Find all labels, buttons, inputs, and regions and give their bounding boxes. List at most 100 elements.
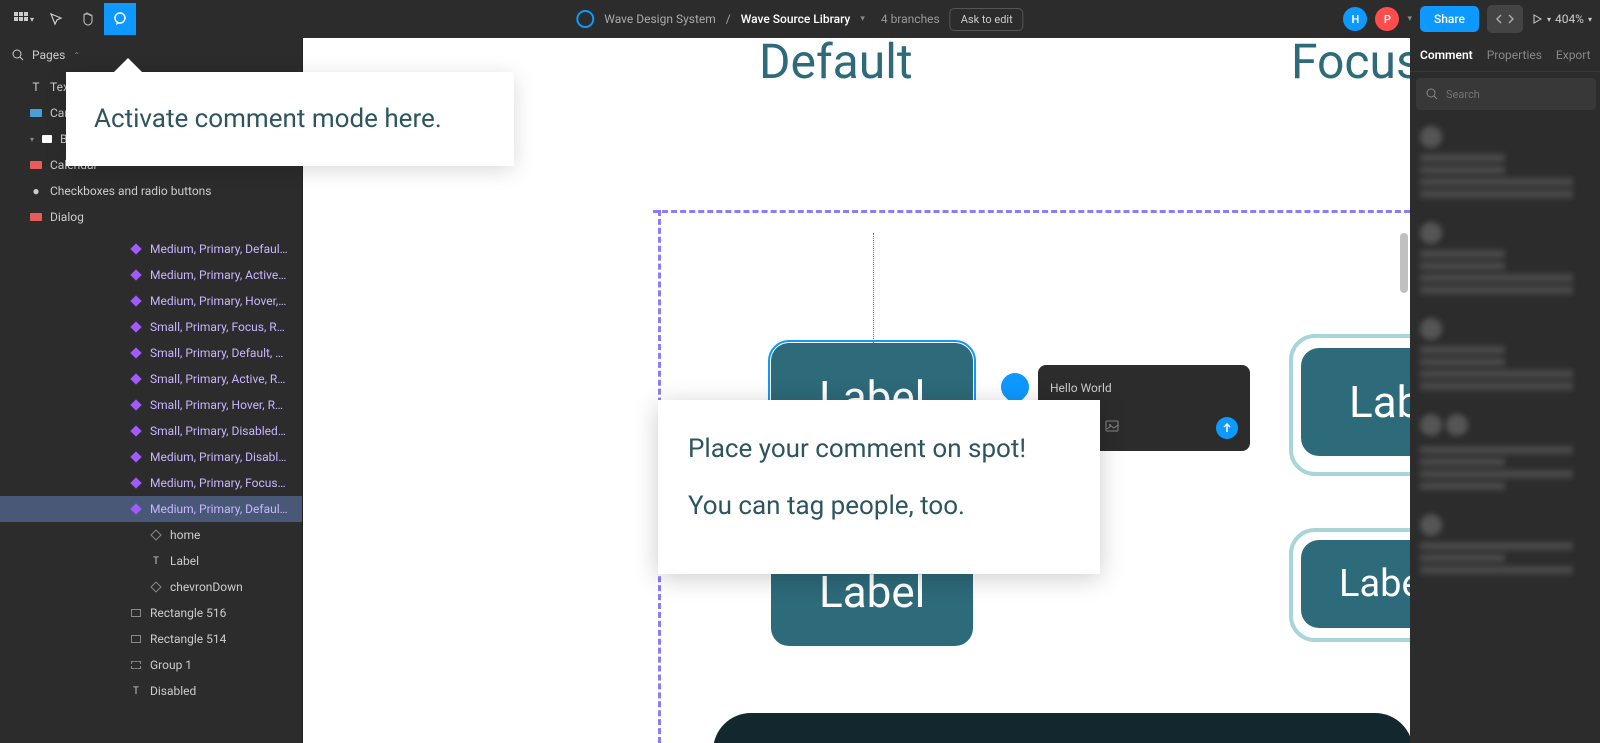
frame-icon (30, 161, 42, 169)
right-panel-tabs: Comment Properties Export (1410, 38, 1600, 72)
text-icon: T (130, 685, 142, 697)
component-icon (130, 243, 142, 255)
zoom-controls[interactable]: ▾ 404% ▾ (1531, 12, 1592, 26)
instance-icon (150, 529, 162, 541)
circle-icon: ● (30, 185, 42, 197)
layer-variant[interactable]: Small, Primary, Default, Regular (0, 340, 302, 366)
comment-input[interactable]: Hello World (1050, 377, 1238, 399)
move-tool-icon[interactable] (40, 3, 72, 35)
image-icon[interactable] (1105, 418, 1119, 438)
play-icon (1531, 13, 1543, 25)
component-icon (130, 477, 142, 489)
tab-properties[interactable]: Properties (1487, 48, 1542, 62)
right-panel: Comment Properties Export ◉ (1410, 38, 1600, 743)
breadcrumb: Wave Design System / Wave Source Library… (576, 8, 1023, 31)
layer-variant[interactable]: Medium, Primary, Focus, Regular (0, 470, 302, 496)
component-icon (130, 425, 142, 437)
search-icon (1426, 88, 1438, 100)
variant-boundary-h (653, 210, 1410, 213)
layer-variant[interactable]: Small, Primary, Active, Regular (0, 366, 302, 392)
instruction-tooltip: Place your comment on spot! You can tag … (658, 400, 1100, 574)
menu-icon[interactable]: ▾ (8, 3, 40, 35)
avatar-user-p[interactable]: P (1375, 7, 1399, 31)
tooltip-text: You can tag people, too. (688, 487, 1070, 526)
rectangle-icon (130, 633, 142, 645)
layer-variant[interactable]: Small, Primary, Disabled, Regular (0, 418, 302, 444)
avatar-user-h[interactable]: H (1343, 7, 1367, 31)
comment-thread[interactable] (1410, 212, 1600, 308)
frame-icon (30, 109, 42, 117)
comment-thread[interactable] (1410, 308, 1600, 404)
zoom-value: 404% (1555, 12, 1584, 26)
chevron-up-icon: ⌃ (73, 51, 80, 60)
group-icon (130, 659, 142, 671)
canvas-dark-section (713, 713, 1410, 743)
send-button[interactable] (1216, 417, 1238, 439)
canvas-section-title: Default (759, 38, 913, 90)
chevron-down-icon: ▾ (30, 135, 34, 144)
share-button[interactable]: Share (1420, 6, 1479, 32)
comment-thread[interactable] (1410, 404, 1600, 504)
component-icon (130, 269, 142, 281)
component-icon (130, 451, 142, 463)
layer-item[interactable]: Dialog (0, 204, 302, 230)
breadcrumb-separator: / (726, 12, 731, 26)
instruction-tooltip: Activate comment mode here. (66, 72, 514, 166)
tab-export[interactable]: Export (1556, 48, 1591, 62)
comment-tool-icon[interactable] (104, 3, 136, 35)
chevron-down-icon[interactable]: ▾ (860, 14, 865, 24)
layer-instance[interactable]: chevronDown (0, 574, 302, 600)
text-icon: T (150, 555, 162, 567)
comment-thread[interactable] (1410, 116, 1600, 212)
topbar-left-tools: ▾ (8, 3, 136, 35)
search-icon (12, 49, 24, 61)
topbar: ▾ Wave Design System / Wave Source Libra… (0, 0, 1600, 38)
search-input[interactable] (1446, 88, 1586, 101)
component-icon (130, 295, 142, 307)
breadcrumb-team[interactable]: Wave Design System (604, 12, 715, 26)
tab-comment[interactable]: Comment (1420, 48, 1473, 62)
layer-rectangle[interactable]: Rectangle 514 (0, 626, 302, 652)
canvas-section-title: Focus (1291, 38, 1410, 90)
component-icon (130, 347, 142, 359)
tooltip-text: Place your comment on spot! (688, 430, 1070, 469)
pages-label: Pages (32, 48, 65, 62)
frame-icon (42, 135, 52, 143)
layer-text-node[interactable]: TDisabled (0, 678, 302, 704)
text-icon: T (30, 81, 42, 93)
dev-mode-icon[interactable] (1487, 5, 1523, 33)
topbar-right: H P ▾ Share ▾ 404% ▾ (1343, 5, 1592, 33)
layer-variant[interactable]: Small, Primary, Focus, Regular (0, 314, 302, 340)
component-icon (130, 399, 142, 411)
pages-header[interactable]: Pages ⌃ (0, 38, 302, 72)
chevron-down-icon[interactable]: ▾ (1407, 14, 1412, 24)
instance-icon (150, 581, 162, 593)
button-component-focus[interactable]: Label (1301, 348, 1410, 456)
layer-variant[interactable]: Medium, Primary, Active, Regular (0, 262, 302, 288)
layer-item[interactable]: ●Checkboxes and radio buttons (0, 178, 302, 204)
frame-icon (30, 213, 42, 221)
ask-to-edit-button[interactable]: Ask to edit (950, 8, 1024, 31)
branches-count[interactable]: 4 branches (881, 12, 940, 26)
comment-thread[interactable] (1410, 504, 1600, 588)
hand-tool-icon[interactable] (72, 3, 104, 35)
rectangle-icon (130, 607, 142, 619)
tooltip-text: Activate comment mode here. (94, 104, 442, 134)
breadcrumb-file[interactable]: Wave Source Library (741, 12, 851, 26)
layer-variant-selected[interactable]: Medium, Primary, Default, Regu... (0, 496, 302, 522)
button-component-focus[interactable]: Label (1301, 540, 1410, 628)
layer-variant[interactable]: Medium, Primary, Default, Red (... (0, 236, 302, 262)
component-icon (130, 373, 142, 385)
layer-text-node[interactable]: TLabel (0, 548, 302, 574)
layer-group[interactable]: Group 1 (0, 652, 302, 678)
layer-instance[interactable]: home (0, 522, 302, 548)
component-icon (130, 503, 142, 515)
layer-variant[interactable]: Small, Primary, Hover, Regular (0, 392, 302, 418)
layer-variant[interactable]: Medium, Primary, Disabled, Reg... (0, 444, 302, 470)
scrollbar-vertical[interactable] (1400, 233, 1408, 293)
layer-rectangle[interactable]: Rectangle 516 (0, 600, 302, 626)
component-icon (130, 321, 142, 333)
team-logo-icon (576, 10, 594, 28)
layer-variant[interactable]: Medium, Primary, Hover, Regular (0, 288, 302, 314)
comment-search[interactable] (1416, 78, 1596, 110)
